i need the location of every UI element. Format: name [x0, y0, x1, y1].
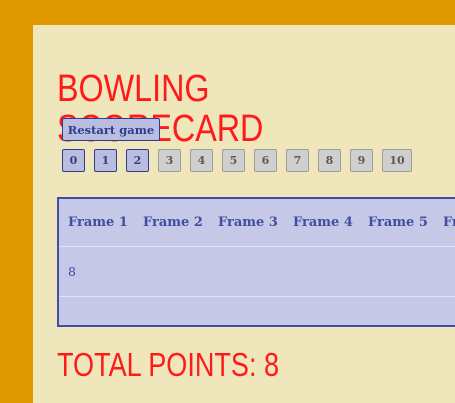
pin-button-4[interactable]: 4 — [190, 149, 213, 172]
pin-button-6[interactable]: 6 — [254, 149, 277, 172]
frame-roll-cell — [209, 247, 284, 296]
frame-roll-cell — [134, 247, 209, 296]
frame-header: Frame 3 — [218, 215, 278, 230]
total-points: TOTAL POINTS: 8 — [57, 346, 280, 383]
frames-totals-row — [59, 297, 455, 325]
frame-roll-cell: 8 — [68, 264, 76, 279]
frame-roll-cell — [434, 247, 455, 296]
frame-header: Frame 2 — [143, 215, 203, 230]
pin-button-7[interactable]: 7 — [286, 149, 309, 172]
frame-total-cell — [209, 297, 284, 325]
pin-button-0[interactable]: 0 — [62, 149, 85, 172]
frame-total-cell — [284, 297, 359, 325]
frames-rolls-row: 8 — [59, 247, 455, 297]
scorecard-panel: BOWLING SCORECARD Restart game 0 1 2 3 4… — [33, 25, 455, 403]
frame-header: Fr — [443, 215, 455, 230]
frame-total-cell — [434, 297, 455, 325]
frame-total-cell — [134, 297, 209, 325]
frame-header: Frame 1 — [68, 215, 128, 230]
frame-header: Frame 5 — [368, 215, 428, 230]
frame-header: Frame 4 — [293, 215, 353, 230]
restart-game-button[interactable]: Restart game — [62, 118, 160, 141]
pin-button-1[interactable]: 1 — [94, 149, 117, 172]
frames-header-row: Frame 1 Frame 2 Frame 3 Frame 4 Frame 5 … — [59, 199, 455, 247]
pin-button-9[interactable]: 9 — [350, 149, 373, 172]
frame-total-cell — [59, 297, 134, 325]
frame-roll-cell — [284, 247, 359, 296]
pin-button-8[interactable]: 8 — [318, 149, 341, 172]
pin-buttons-row: 0 1 2 3 4 5 6 7 8 9 10 — [62, 149, 412, 172]
pin-button-5[interactable]: 5 — [222, 149, 245, 172]
pin-button-3[interactable]: 3 — [158, 149, 181, 172]
frame-total-cell — [359, 297, 434, 325]
frame-roll-cell — [359, 247, 434, 296]
pin-button-10[interactable]: 10 — [382, 149, 412, 172]
frames-table: Frame 1 Frame 2 Frame 3 Frame 4 Frame 5 … — [57, 197, 455, 327]
pin-button-2[interactable]: 2 — [126, 149, 149, 172]
